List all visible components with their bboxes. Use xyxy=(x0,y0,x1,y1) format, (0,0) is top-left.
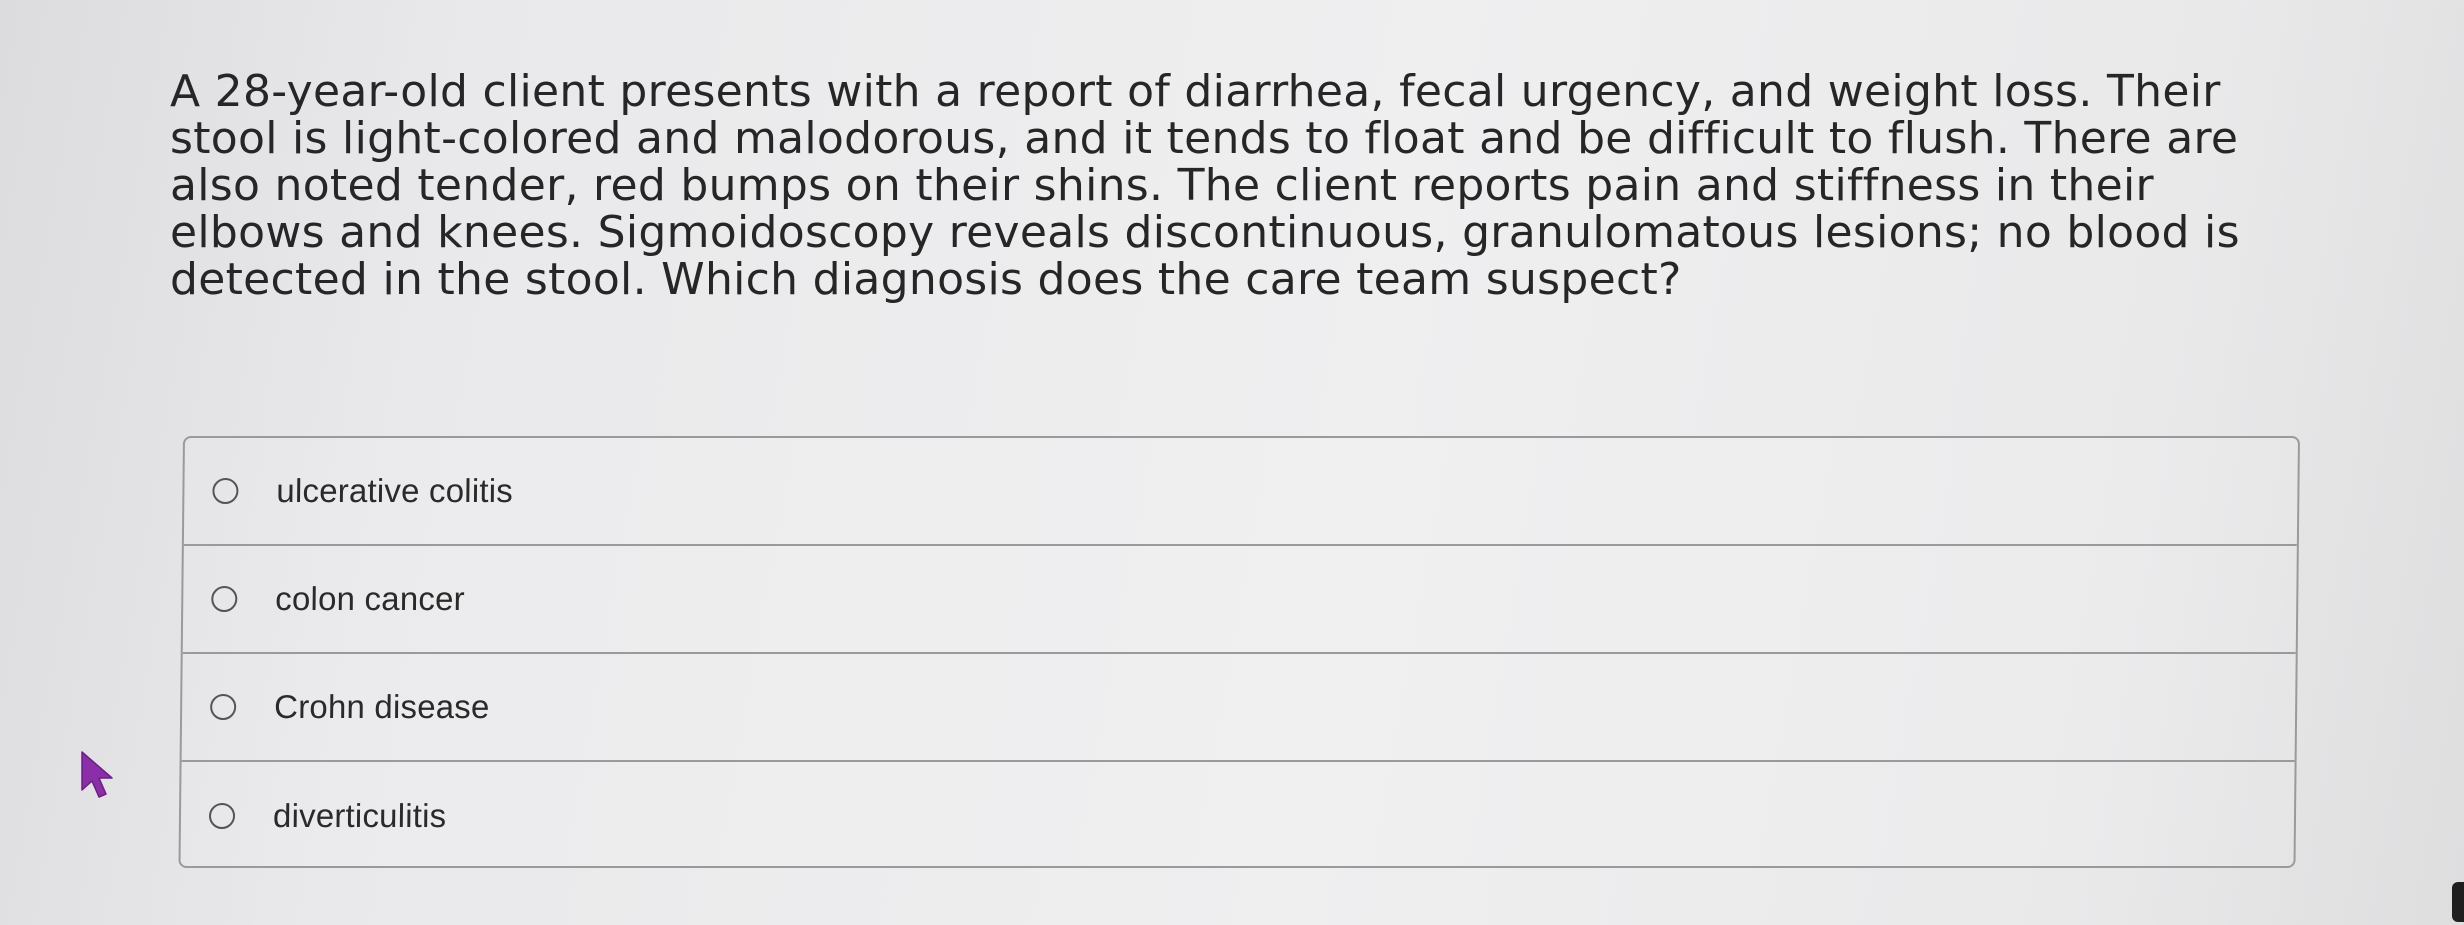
option-label: ulcerative colitis xyxy=(276,472,514,509)
answer-option-crohn-disease[interactable]: Crohn disease xyxy=(181,654,2296,762)
answer-option-diverticulitis[interactable]: diverticulitis xyxy=(180,762,2295,868)
radio-button-icon[interactable] xyxy=(211,586,238,612)
answer-options: ulcerative colitis colon cancer Crohn di… xyxy=(178,436,2301,868)
edge-element xyxy=(2452,882,2464,922)
radio-button-icon[interactable] xyxy=(208,803,236,829)
question-text: A 28-year-old client presents with a rep… xyxy=(170,66,2240,305)
answer-option-colon-cancer[interactable]: colon cancer xyxy=(182,546,2297,654)
answer-option-ulcerative-colitis[interactable]: ulcerative colitis xyxy=(183,438,2298,546)
option-label: Crohn disease xyxy=(273,688,490,725)
mouse-pointer-icon xyxy=(81,751,113,798)
radio-button-icon[interactable] xyxy=(210,694,237,720)
option-label: colon cancer xyxy=(275,580,466,617)
option-label: diverticulitis xyxy=(272,797,447,834)
radio-button-icon[interactable] xyxy=(212,478,239,504)
